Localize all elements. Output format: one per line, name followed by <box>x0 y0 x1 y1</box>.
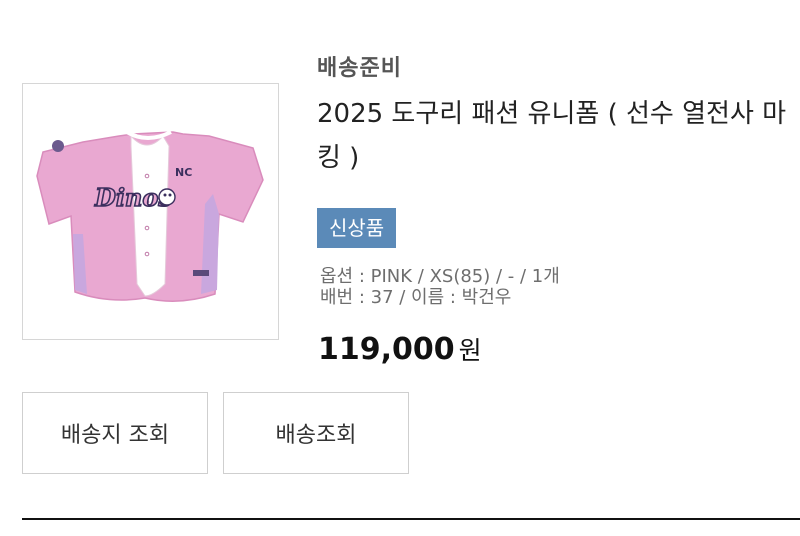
price-amount: 119,000 <box>318 332 455 367</box>
order-item-card: 배송준비 Dinos NC 2025 도구리 패션 유니폼 (선수 열전사 마… <box>0 0 800 536</box>
section-divider <box>22 518 800 520</box>
new-product-badge: 신상품 <box>317 208 397 248</box>
svg-text:NC: NC <box>175 166 192 179</box>
price-unit: 원 <box>458 336 482 365</box>
order-status: 배송준비 <box>317 56 402 81</box>
option-details: 옵션 : PINK / XS(85) / - / 1개 배번 : 37 / 이름… <box>320 266 560 308</box>
product-thumbnail[interactable]: Dinos NC <box>22 83 279 340</box>
price: 119,000 원 <box>318 331 482 367</box>
product-title[interactable]: 2025 도구리 패션 유니폼 ( 선수 열전사 마킹 ) <box>317 92 787 180</box>
player-number-name-line: 배번 : 37 / 이름 : 박건우 <box>320 287 512 308</box>
track-delivery-button[interactable]: 배송조회 <box>223 392 409 474</box>
option-line: 옵션 : PINK / XS(85) / - / 1개 <box>320 266 560 287</box>
jersey-image: Dinos NC <box>36 130 264 302</box>
check-address-button[interactable]: 배송지 조회 <box>22 392 208 474</box>
